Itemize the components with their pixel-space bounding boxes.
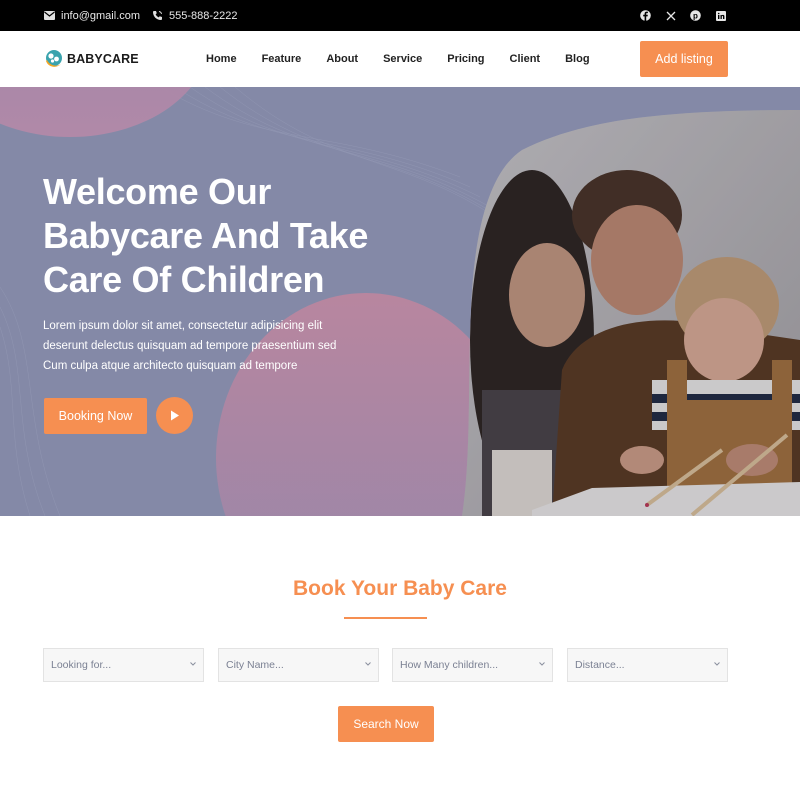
hero-family-photo (462, 110, 800, 516)
logo[interactable]: BABYCARE (44, 49, 139, 69)
nav-about[interactable]: About (326, 53, 358, 65)
hero-description-line: Lorem ipsum dolor sit amet, consectetur … (43, 320, 323, 332)
nav-blog[interactable]: Blog (565, 53, 589, 65)
contact-phone[interactable]: 555-888-2222 (151, 0, 238, 31)
add-listing-button[interactable]: Add listing (640, 41, 728, 77)
email-text: info@gmail.com (61, 9, 141, 22)
nav-pricing[interactable]: Pricing (447, 53, 484, 65)
chevron-down-icon (190, 662, 196, 666)
title-underline-divider (344, 617, 427, 619)
booking-title: Book Your Baby Care (293, 577, 507, 600)
play-icon (170, 410, 179, 421)
main-navbar: BABYCARE Home Feature About Service Pric… (0, 31, 800, 87)
x-twitter-icon[interactable] (665, 10, 676, 21)
hero-title: Welcome Our Babycare And Take Care Of Ch… (43, 170, 443, 302)
hero-title-line: Babycare And Take (43, 215, 369, 256)
looking-for-select[interactable]: Looking for... (43, 648, 204, 682)
main-nav: Home Feature About Service Pricing Clien… (206, 31, 615, 87)
hero-description-line: Cum culpa atque architecto quisquam ad t… (43, 360, 298, 372)
nav-service[interactable]: Service (383, 53, 422, 65)
babycare-logo-icon (46, 50, 62, 67)
nav-feature[interactable]: Feature (262, 53, 302, 65)
linkedin-icon[interactable] (715, 10, 726, 21)
social-links: p (640, 0, 726, 31)
hero-description-line: deserunt delectus quisquam ad tempore pr… (43, 340, 337, 352)
hero-description: Lorem ipsum dolor sit amet, consectetur … (43, 316, 373, 376)
select-value: Looking for... (51, 659, 112, 671)
envelope-icon (43, 10, 55, 22)
logo-text: BABYCARE (67, 52, 139, 66)
pinterest-icon[interactable]: p (690, 10, 701, 21)
distance-select[interactable]: Distance... (567, 648, 728, 682)
chevron-down-icon (365, 662, 371, 666)
hero-title-line: Care Of Children (43, 259, 325, 300)
play-video-button[interactable] (156, 397, 193, 434)
hero-title-line: Welcome Our (43, 171, 272, 212)
city-name-select[interactable]: City Name... (218, 648, 379, 682)
select-value: How Many children... (400, 659, 499, 671)
nav-client[interactable]: Client (510, 53, 541, 65)
phone-icon (151, 10, 163, 22)
contact-email[interactable]: info@gmail.com (43, 0, 140, 31)
chevron-down-icon (539, 662, 545, 666)
top-bar: info@gmail.com 555-888-2222 p (0, 0, 800, 31)
children-count-select[interactable]: How Many children... (392, 648, 553, 682)
select-value: City Name... (226, 659, 284, 671)
phone-text: 555-888-2222 (169, 9, 238, 22)
hero-section: Welcome Our Babycare And Take Care Of Ch… (0, 87, 800, 516)
select-value: Distance... (575, 659, 625, 671)
search-now-button[interactable]: Search Now (338, 706, 434, 742)
chevron-down-icon (714, 662, 720, 666)
facebook-icon[interactable] (640, 10, 651, 21)
booking-now-button[interactable]: Booking Now (44, 398, 147, 434)
svg-text:p: p (693, 11, 698, 20)
nav-home[interactable]: Home (206, 53, 237, 65)
